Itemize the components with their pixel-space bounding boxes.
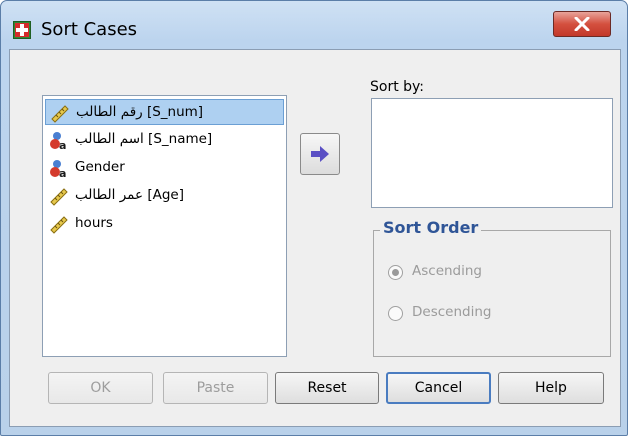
scale-ruler-icon [50, 188, 68, 206]
variable-label: اسم الطالب [S_name] [75, 131, 213, 147]
cancel-button[interactable]: Cancel [386, 372, 491, 404]
scale-ruler-icon [50, 216, 68, 234]
help-button[interactable]: Help [498, 372, 604, 404]
close-button[interactable] [553, 11, 611, 37]
sort-by-list[interactable] [371, 98, 613, 208]
nominal-icon: a [50, 160, 66, 178]
dialog-body: رقم الطالب [S_num] a اسم الطالب [S_name]… [9, 49, 621, 427]
descending-radio[interactable] [388, 306, 403, 321]
reset-button[interactable]: Reset [275, 372, 379, 404]
sort-cases-dialog: Sort Cases رقم الطالب [S_num] a اسم الطا… [0, 0, 628, 436]
variable-item[interactable]: رقم الطالب [S_num] [45, 99, 284, 125]
variable-item[interactable]: a اسم الطالب [S_name] [45, 127, 284, 153]
variable-item[interactable]: a Gender [45, 155, 284, 181]
ascending-radio[interactable] [388, 265, 403, 280]
variable-item[interactable]: hours [45, 211, 284, 237]
ok-button[interactable]: OK [48, 372, 153, 404]
descending-label: Descending [412, 304, 492, 320]
spss-dialog-icon [13, 21, 31, 39]
variable-label: رقم الطالب [S_num] [76, 104, 204, 120]
variable-label: Gender [75, 159, 125, 175]
variable-label: عمر الطالب [Age] [75, 187, 184, 203]
ascending-label: Ascending [412, 263, 482, 279]
scale-ruler-icon [51, 105, 69, 123]
nominal-icon: a [50, 132, 66, 150]
variable-label: hours [75, 215, 113, 231]
arrow-right-icon [311, 146, 329, 162]
svg-text:a: a [59, 167, 66, 178]
svg-text:a: a [59, 139, 66, 150]
paste-button[interactable]: Paste [163, 372, 268, 404]
window-title: Sort Cases [41, 19, 138, 40]
sort-order-group: Ascending Descending [373, 230, 611, 357]
title-bar[interactable]: Sort Cases [1, 1, 627, 49]
close-icon [574, 17, 590, 31]
variable-item[interactable]: عمر الطالب [Age] [45, 183, 284, 209]
move-to-sort-button[interactable] [300, 133, 340, 175]
sort-by-label: Sort by: [370, 79, 425, 95]
sort-order-legend: Sort Order [380, 218, 482, 237]
variable-list[interactable]: رقم الطالب [S_num] a اسم الطالب [S_name]… [42, 95, 287, 357]
